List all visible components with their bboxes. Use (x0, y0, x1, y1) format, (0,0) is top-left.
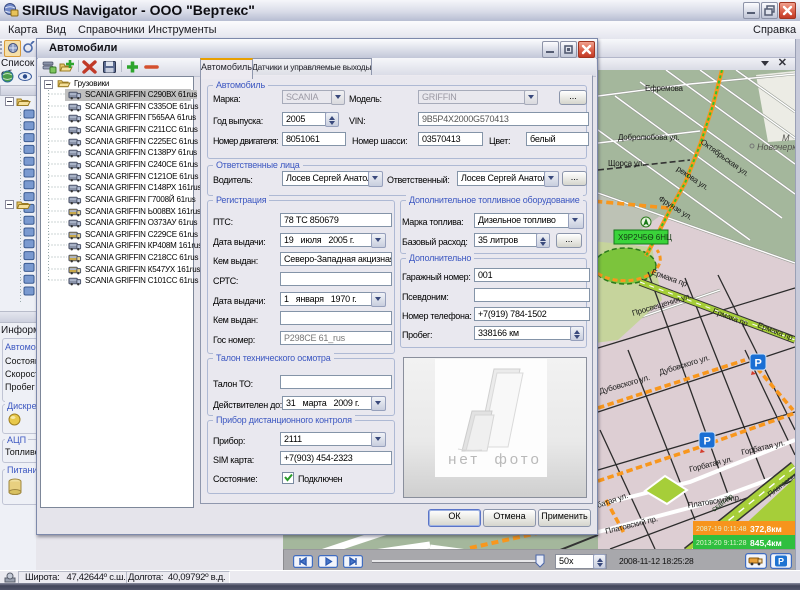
svg-text:P: P (755, 358, 762, 370)
svg-text:Добролюбова ул.: Добролюбова ул. (618, 133, 680, 142)
svg-text:М: М (782, 133, 790, 143)
svg-text:2013-20 9:11:28: 2013-20 9:11:28 (696, 540, 747, 547)
svg-text:845,4км: 845,4км (750, 538, 782, 548)
svg-text:Щорса ул.: Щорса ул. (608, 159, 644, 168)
svg-text:372,8км: 372,8км (750, 524, 782, 534)
svg-text:Новочерк: Новочерк (757, 142, 795, 152)
svg-text:P: P (704, 436, 711, 448)
svg-text:2087-19 0:11:48: 2087-19 0:11:48 (696, 526, 747, 533)
svg-text:P: P (778, 557, 784, 567)
svg-text:Х9Р2Ч5Ѳ 6НЦ: Х9Р2Ч5Ѳ 6НЦ (618, 233, 672, 242)
svg-text:Ефремова: Ефремова (645, 84, 684, 93)
